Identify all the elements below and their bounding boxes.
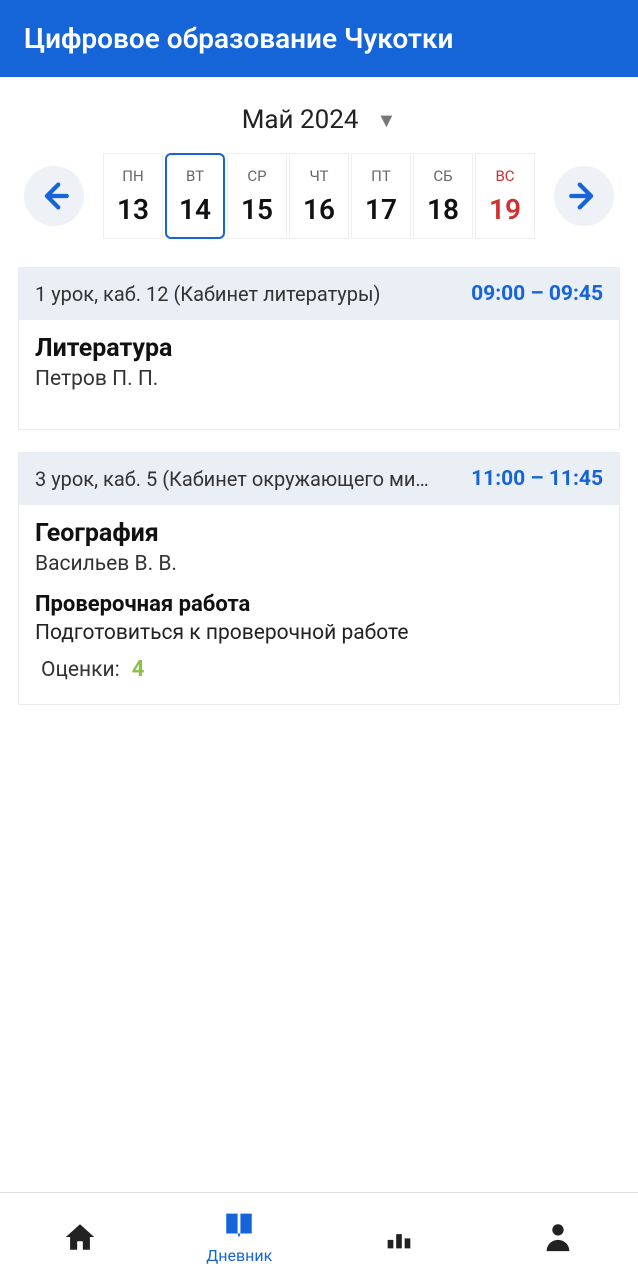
day-16[interactable]: ЧТ 16 <box>289 153 349 239</box>
day-13[interactable]: ПН 13 <box>103 153 163 239</box>
day-num: 19 <box>489 193 521 226</box>
lesson-subject: География <box>35 519 603 548</box>
lesson-body: География Васильев В. В. Проверочная работ… <box>19 505 619 704</box>
grade-value: 4 <box>132 657 145 682</box>
month-selector[interactable]: Май 2024 ▼ <box>0 77 638 153</box>
month-label: Май 2024 <box>242 105 359 135</box>
day-short: ПТ <box>371 167 391 185</box>
grades-label: Оценки: <box>41 658 120 682</box>
arrow-right-icon <box>567 179 601 213</box>
lesson-card[interactable]: 1 урок, каб. 12 (Кабинет литературы) 09:0… <box>18 267 620 430</box>
day-num: 18 <box>427 193 459 226</box>
nav-profile[interactable] <box>479 1193 638 1280</box>
lesson-meta: 3 урок, каб. 5 (Кабинет окружающего ми… <box>35 467 429 491</box>
lesson-body: Литература Петров П. П. <box>19 320 619 429</box>
lesson-card[interactable]: 3 урок, каб. 5 (Кабинет окружающего ми… 1… <box>18 452 620 705</box>
lesson-subject: Литература <box>35 334 603 363</box>
week-row: ПН 13 ВТ 14 СР 15 ЧТ 16 ПТ 17 СБ 18 ВС 19 <box>0 153 638 239</box>
lesson-meta: 1 урок, каб. 12 (Кабинет литературы) <box>35 282 380 306</box>
app-header: Цифровое образование Чукотки <box>0 0 638 77</box>
bottom-nav: Дневник <box>0 1192 638 1280</box>
days-container: ПН 13 ВТ 14 СР 15 ЧТ 16 ПТ 17 СБ 18 ВС 19 <box>103 153 535 239</box>
nav-stats[interactable] <box>319 1193 479 1280</box>
diary-icon <box>222 1208 256 1242</box>
day-num: 17 <box>365 193 397 226</box>
next-week-button[interactable] <box>554 166 614 226</box>
day-15[interactable]: СР 15 <box>227 153 287 239</box>
lesson-teacher: Петров П. П. <box>35 367 603 391</box>
lesson-time: 09:00 – 09:45 <box>471 282 603 306</box>
arrow-left-icon <box>37 179 71 213</box>
day-short: ВС <box>495 167 514 185</box>
day-short: СБ <box>433 167 452 185</box>
homework-text: Подготовиться к проверочной работе <box>35 621 603 645</box>
lesson-teacher: Васильев В. В. <box>35 552 603 576</box>
nav-diary[interactable]: Дневник <box>160 1193 320 1280</box>
app-title: Цифровое образование Чукотки <box>24 22 453 55</box>
day-18[interactable]: СБ 18 <box>413 153 473 239</box>
nav-diary-label: Дневник <box>206 1246 272 1265</box>
day-short: ЧТ <box>309 167 328 185</box>
nav-home[interactable] <box>0 1193 160 1280</box>
day-17[interactable]: ПТ 17 <box>351 153 411 239</box>
lesson-header: 1 урок, каб. 12 (Кабинет литературы) 09:0… <box>19 268 619 320</box>
day-num: 13 <box>117 193 149 226</box>
day-num: 14 <box>179 193 211 226</box>
prev-week-button[interactable] <box>24 166 84 226</box>
grades-row: Оценки: 4 <box>35 657 603 682</box>
profile-icon <box>541 1220 575 1254</box>
day-short: СР <box>247 167 266 185</box>
day-19[interactable]: ВС 19 <box>475 153 535 239</box>
day-14[interactable]: ВТ 14 <box>165 153 225 239</box>
home-icon <box>63 1220 97 1254</box>
day-num: 15 <box>241 193 273 226</box>
dropdown-icon: ▼ <box>376 108 396 133</box>
day-num: 16 <box>303 193 335 226</box>
lesson-time: 11:00 – 11:45 <box>471 467 603 491</box>
day-short: ВТ <box>186 167 204 185</box>
lesson-header: 3 урок, каб. 5 (Кабинет окружающего ми… 1… <box>19 453 619 505</box>
day-short: ПН <box>122 167 143 185</box>
homework-title: Проверочная работа <box>35 592 603 617</box>
chart-icon <box>382 1220 416 1254</box>
